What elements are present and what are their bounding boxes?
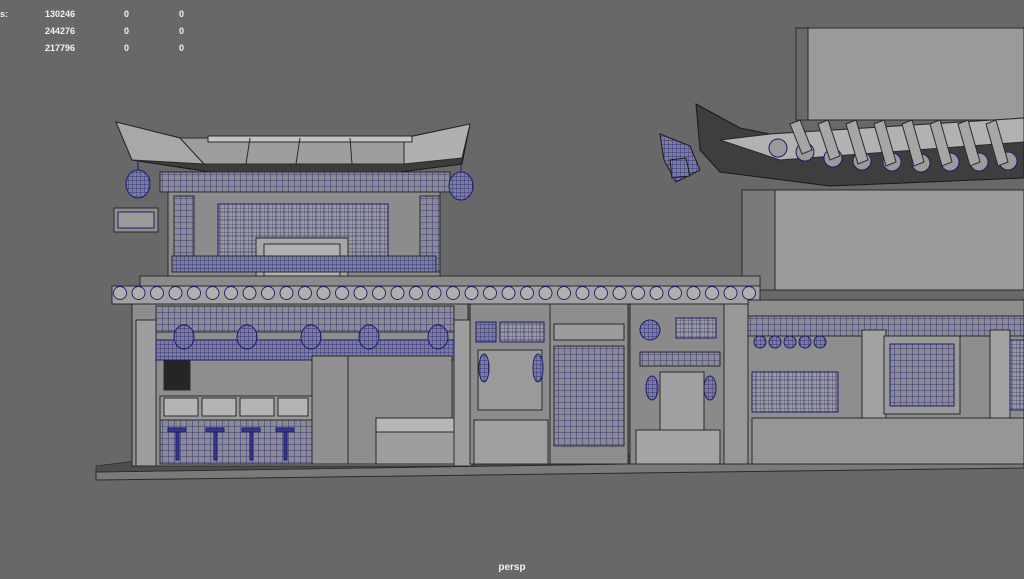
roof-tile xyxy=(390,286,405,300)
hud-value: 0 xyxy=(179,26,185,36)
3d-viewport[interactable]: s: 130246 0 0 244276 0 0 217796 0 0 pers… xyxy=(0,0,1024,579)
left-pavilion-roof xyxy=(115,121,471,173)
roof-tile xyxy=(279,286,294,300)
scene-model xyxy=(95,27,1024,481)
roof-tile xyxy=(464,286,479,300)
right-shopfront xyxy=(747,299,1024,465)
roof-tile xyxy=(631,286,645,300)
hud-value: 130246 xyxy=(45,9,76,19)
roof-tile xyxy=(261,286,275,300)
hud-value: 244276 xyxy=(45,26,76,36)
camera-label: persp xyxy=(498,562,526,573)
roof-tile xyxy=(483,286,497,300)
roof-tile xyxy=(131,286,146,300)
roof-tile xyxy=(594,286,608,300)
roof-tile xyxy=(168,286,183,300)
hud-row: 244276 0 0 xyxy=(0,23,200,40)
roof-tile xyxy=(113,286,127,300)
middle-shop xyxy=(469,303,629,465)
roof-tile xyxy=(723,286,738,300)
hud-value: 217796 xyxy=(45,43,76,53)
roof-tile xyxy=(427,286,442,300)
hud-row: s: 130246 0 0 xyxy=(0,6,200,23)
roof-tile xyxy=(649,286,664,300)
roof-tile xyxy=(353,286,368,300)
roof-tile xyxy=(242,286,257,300)
roof-tile xyxy=(742,286,756,300)
pavilion-upper-floor xyxy=(113,171,451,283)
roof-tile xyxy=(686,286,701,300)
roof-tile xyxy=(538,286,553,300)
hud-value: 0 xyxy=(179,43,185,53)
roof-tile xyxy=(298,286,312,300)
roof-tile xyxy=(557,286,571,300)
roof-tile xyxy=(372,286,386,300)
roof-tile xyxy=(316,286,331,300)
roof-tile xyxy=(612,286,627,300)
hud-label: s: xyxy=(0,9,9,19)
roof-tile xyxy=(668,286,682,300)
roof-tile xyxy=(705,286,719,300)
hud-value: 0 xyxy=(124,26,130,36)
hud-row: 217796 0 0 xyxy=(0,40,200,57)
hud-value: 0 xyxy=(124,9,130,19)
roof-tile xyxy=(446,286,460,300)
roof-tile xyxy=(575,286,590,300)
lantern-stall xyxy=(629,303,749,465)
roof-tile xyxy=(501,286,516,300)
poly-count-hud: s: 130246 0 0 244276 0 0 217796 0 0 xyxy=(0,6,200,57)
roof-tile xyxy=(335,286,349,300)
roof-tile xyxy=(150,286,164,300)
roof-tile xyxy=(409,286,423,300)
roof-tile xyxy=(520,286,534,300)
roof-tile xyxy=(224,286,238,300)
tile-eave xyxy=(111,275,761,305)
hud-value: 0 xyxy=(124,43,130,53)
roof-tile xyxy=(187,286,201,300)
roof-tile xyxy=(205,286,220,300)
hud-value: 0 xyxy=(179,9,185,19)
